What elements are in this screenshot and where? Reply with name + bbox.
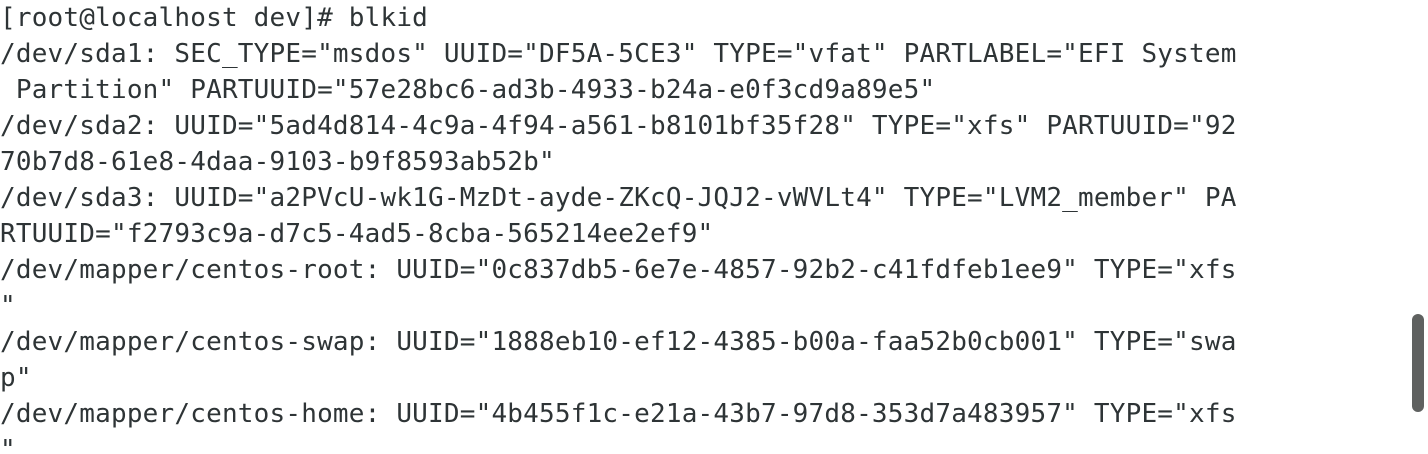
output-line: p" <box>0 363 32 393</box>
scrollbar-thumb[interactable] <box>1412 314 1424 412</box>
prompt-line: [root@localhost dev]# blkid <box>0 3 429 33</box>
output-line: " <box>0 291 16 321</box>
vertical-scrollbar[interactable] <box>1406 0 1428 454</box>
terminal-window[interactable]: [root@localhost dev]# blkid /dev/sda1: S… <box>0 0 1428 454</box>
output-line: RTUUID="f2793c9a-d7c5-4ad5-8cba-565214ee… <box>0 219 714 249</box>
output-line: " <box>0 435 16 454</box>
output-line: /dev/sda3: UUID="a2PVcU-wk1G-MzDt-ayde-Z… <box>0 183 1237 213</box>
output-line: 70b7d8-61e8-4daa-9103-b9f8593ab52b" <box>0 147 555 177</box>
output-line: /dev/sda2: UUID="5ad4d814-4c9a-4f94-a561… <box>0 111 1237 141</box>
output-line: /dev/mapper/centos-home: UUID="4b455f1c-… <box>0 399 1237 429</box>
output-line: Partition" PARTUUID="57e28bc6-ad3b-4933-… <box>0 75 936 105</box>
output-line: /dev/mapper/centos-root: UUID="0c837db5-… <box>0 255 1237 285</box>
output-line: /dev/mapper/centos-swap: UUID="1888eb10-… <box>0 327 1237 357</box>
output-line: /dev/sda1: SEC_TYPE="msdos" UUID="DF5A-5… <box>0 39 1237 69</box>
terminal-output[interactable]: [root@localhost dev]# blkid /dev/sda1: S… <box>0 0 1406 454</box>
